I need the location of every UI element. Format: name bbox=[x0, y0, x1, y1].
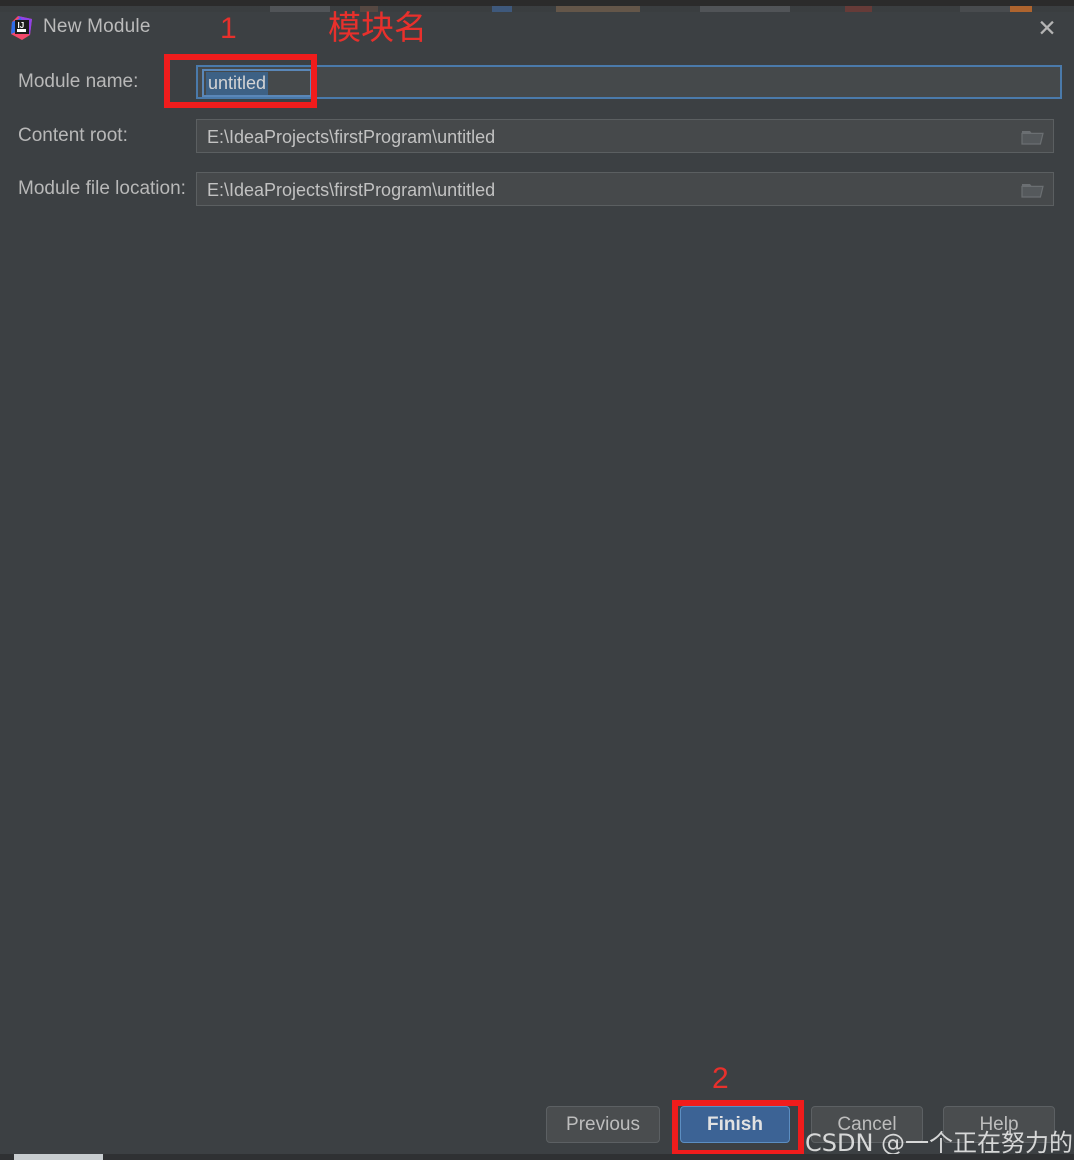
content-root-value: E:\IdeaProjects\firstProgram\untitled bbox=[207, 127, 496, 147]
window-title: New Module bbox=[43, 16, 151, 37]
module-name-input[interactable]: untitled bbox=[196, 65, 1062, 99]
folder-icon[interactable] bbox=[1021, 181, 1045, 199]
folder-icon[interactable] bbox=[1021, 128, 1045, 146]
annotation-chinese-note: 模块名 bbox=[328, 8, 427, 47]
module-file-location-value: E:\IdeaProjects\firstProgram\untitled bbox=[207, 180, 496, 200]
cancel-button[interactable]: Cancel bbox=[811, 1106, 923, 1143]
module-name-value: untitled bbox=[206, 72, 269, 95]
content-root-input[interactable]: E:\IdeaProjects\firstProgram\untitled bbox=[196, 119, 1054, 153]
svg-text:IJ: IJ bbox=[18, 21, 25, 30]
annotation-number-one: 1 bbox=[220, 12, 237, 45]
finish-button[interactable]: Finish bbox=[680, 1106, 790, 1143]
help-button[interactable]: Help bbox=[943, 1106, 1055, 1143]
new-module-dialog: IJ New Module ✕ Module name: untitled Co… bbox=[0, 6, 1074, 1156]
form-row-content-root: Content root: E:\IdeaProjects\firstProgr… bbox=[0, 119, 1074, 153]
content-root-label: Content root: bbox=[18, 125, 128, 146]
annotation-number-two: 2 bbox=[712, 1062, 729, 1095]
form-row-module-name: Module name: untitled bbox=[0, 65, 1074, 99]
close-icon[interactable]: ✕ bbox=[1030, 13, 1064, 45]
dialog-titlebar: IJ New Module ✕ bbox=[0, 6, 1074, 52]
module-file-location-label: Module file location: bbox=[18, 178, 186, 199]
taskbar-strip bbox=[0, 1154, 1074, 1160]
module-name-label: Module name: bbox=[18, 71, 139, 92]
intellij-idea-icon: IJ bbox=[9, 15, 35, 41]
previous-button[interactable]: Previous bbox=[546, 1106, 660, 1143]
module-file-location-input[interactable]: E:\IdeaProjects\firstProgram\untitled bbox=[196, 172, 1054, 206]
taskbar-active-item[interactable] bbox=[14, 1154, 103, 1160]
form-row-module-file-location: Module file location: E:\IdeaProjects\fi… bbox=[0, 172, 1074, 206]
